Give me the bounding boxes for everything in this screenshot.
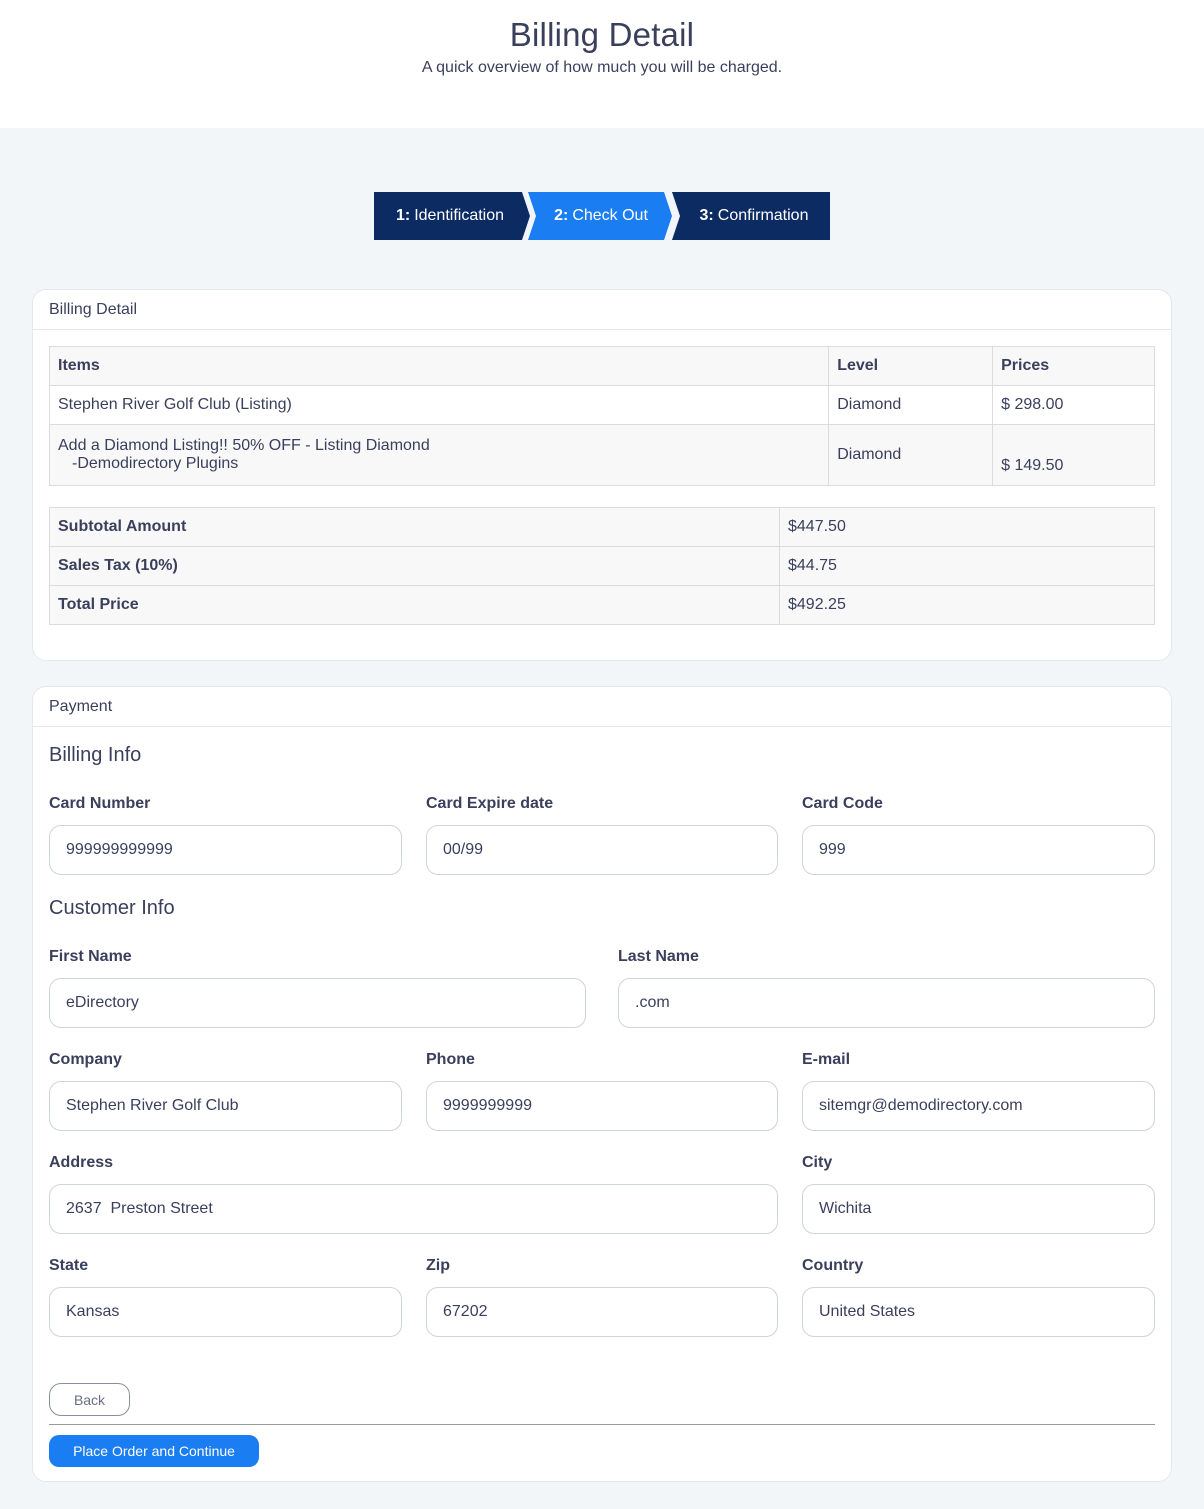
page-subtitle: A quick overview of how much you will be… [421, 59, 783, 76]
card-code-field: Card Code [802, 795, 1155, 875]
phone-input[interactable] [426, 1081, 778, 1131]
back-button[interactable]: Back [49, 1383, 130, 1416]
sales-tax-row: Sales Tax (10%) $44.75 [49, 546, 1155, 586]
sales-tax-label: Sales Tax (10%) [49, 546, 780, 586]
item-subtitle: -Demodirectory Plugins [72, 455, 239, 472]
step-check-out[interactable]: 2: Check Out [528, 192, 672, 240]
first-name-label: First Name [49, 948, 132, 965]
step-number: 1: [395, 207, 411, 224]
items-table: Items Level Prices Stephen River Golf Cl… [48, 346, 1155, 486]
step-number: 3: [699, 207, 714, 224]
place-order-button[interactable]: Place Order and Continue [49, 1435, 259, 1467]
price-cell: $ 298.00 [992, 385, 1155, 425]
last-name-field: Last Name [618, 948, 1155, 1028]
total-price-label: Total Price [49, 585, 780, 625]
country-input[interactable] [802, 1287, 1155, 1337]
card-header: Payment [33, 687, 1171, 727]
phone-label: Phone [426, 1051, 475, 1068]
last-name-label: Last Name [618, 948, 699, 965]
price-cell: $ 149.50 [992, 424, 1155, 486]
sales-tax-value: $44.75 [779, 546, 1155, 586]
step-number: 2: [554, 207, 569, 224]
table-row: Add a Diamond Listing!! 50% OFF - Listin… [48, 424, 1155, 486]
step-label: Confirmation [717, 207, 809, 224]
first-name-input[interactable] [49, 978, 586, 1028]
card-expire-label: Card Expire date [426, 795, 554, 812]
zip-field: Zip [426, 1257, 778, 1337]
address-input[interactable] [49, 1184, 778, 1234]
level-cell: Diamond [828, 385, 994, 425]
card-code-label: Card Code [802, 795, 883, 812]
card-number-field: Card Number [49, 795, 402, 875]
payment-card: Payment Billing Info Card Number Card Ex… [32, 686, 1172, 1482]
address-field: Address [49, 1154, 778, 1234]
phone-field: Phone [426, 1051, 778, 1131]
last-name-input[interactable] [618, 978, 1155, 1028]
card-number-label: Card Number [49, 795, 151, 812]
company-input[interactable] [49, 1081, 402, 1131]
card-code-input[interactable] [802, 825, 1155, 875]
city-input[interactable] [802, 1184, 1155, 1234]
total-price-value: $492.25 [779, 585, 1155, 625]
city-label: City [802, 1154, 833, 1171]
card-expire-input[interactable] [426, 825, 778, 875]
city-field: City [802, 1154, 1155, 1234]
table-row: Stephen River Golf Club (Listing) Diamon… [48, 385, 1155, 425]
card-number-input[interactable] [49, 825, 402, 875]
email-label: E-mail [802, 1051, 851, 1068]
zip-input[interactable] [426, 1287, 778, 1337]
customer-info-title: Customer Info [49, 897, 175, 919]
divider [49, 1424, 1155, 1425]
level-cell: Diamond [828, 424, 994, 486]
state-input[interactable] [49, 1287, 402, 1337]
subtotal-label: Subtotal Amount [49, 507, 780, 547]
state-label: State [49, 1257, 89, 1274]
step-confirmation[interactable]: 3: Confirmation [672, 192, 830, 240]
billing-detail-card: Billing Detail Items Level Prices Stephe… [32, 289, 1172, 661]
step-identification[interactable]: 1: Identification [374, 192, 530, 240]
company-field: Company [49, 1051, 402, 1131]
subtotal-row: Subtotal Amount $447.50 [49, 507, 1155, 547]
total-price-row: Total Price $492.25 [49, 585, 1155, 625]
item-cell: Add a Diamond Listing!! 50% OFF - Listin… [48, 424, 830, 486]
state-field: State [49, 1257, 402, 1337]
totals-table: Subtotal Amount $447.50 Sales Tax (10%) … [49, 507, 1155, 625]
email-input[interactable] [802, 1081, 1155, 1131]
page-header: Billing Detail A quick overview of how m… [0, 0, 1204, 128]
item-name: Add a Diamond Listing!! 50% OFF - Listin… [58, 437, 430, 454]
subtotal-value: $447.50 [779, 507, 1155, 547]
column-header-items: Items [48, 346, 830, 386]
zip-label: Zip [426, 1257, 450, 1274]
first-name-field: First Name [49, 948, 586, 1028]
step-label: Check Out [572, 207, 648, 224]
column-header-prices: Prices [992, 346, 1155, 386]
page-title: Billing Detail [509, 16, 695, 53]
email-field: E-mail [802, 1051, 1155, 1131]
country-label: Country [802, 1257, 864, 1274]
table-header-row: Items Level Prices [48, 346, 1155, 386]
column-header-level: Level [828, 346, 994, 386]
item-cell: Stephen River Golf Club (Listing) [48, 385, 830, 425]
card-expire-field: Card Expire date [426, 795, 778, 875]
company-label: Company [49, 1051, 122, 1068]
step-label: Identification [414, 207, 505, 224]
billing-info-title: Billing Info [49, 744, 142, 766]
checkout-steps: 1: Identification 2: Check Out 3: Confirmat… [374, 192, 830, 240]
card-header: Billing Detail [33, 290, 1171, 330]
address-label: Address [49, 1154, 114, 1171]
country-field: Country [802, 1257, 1155, 1337]
